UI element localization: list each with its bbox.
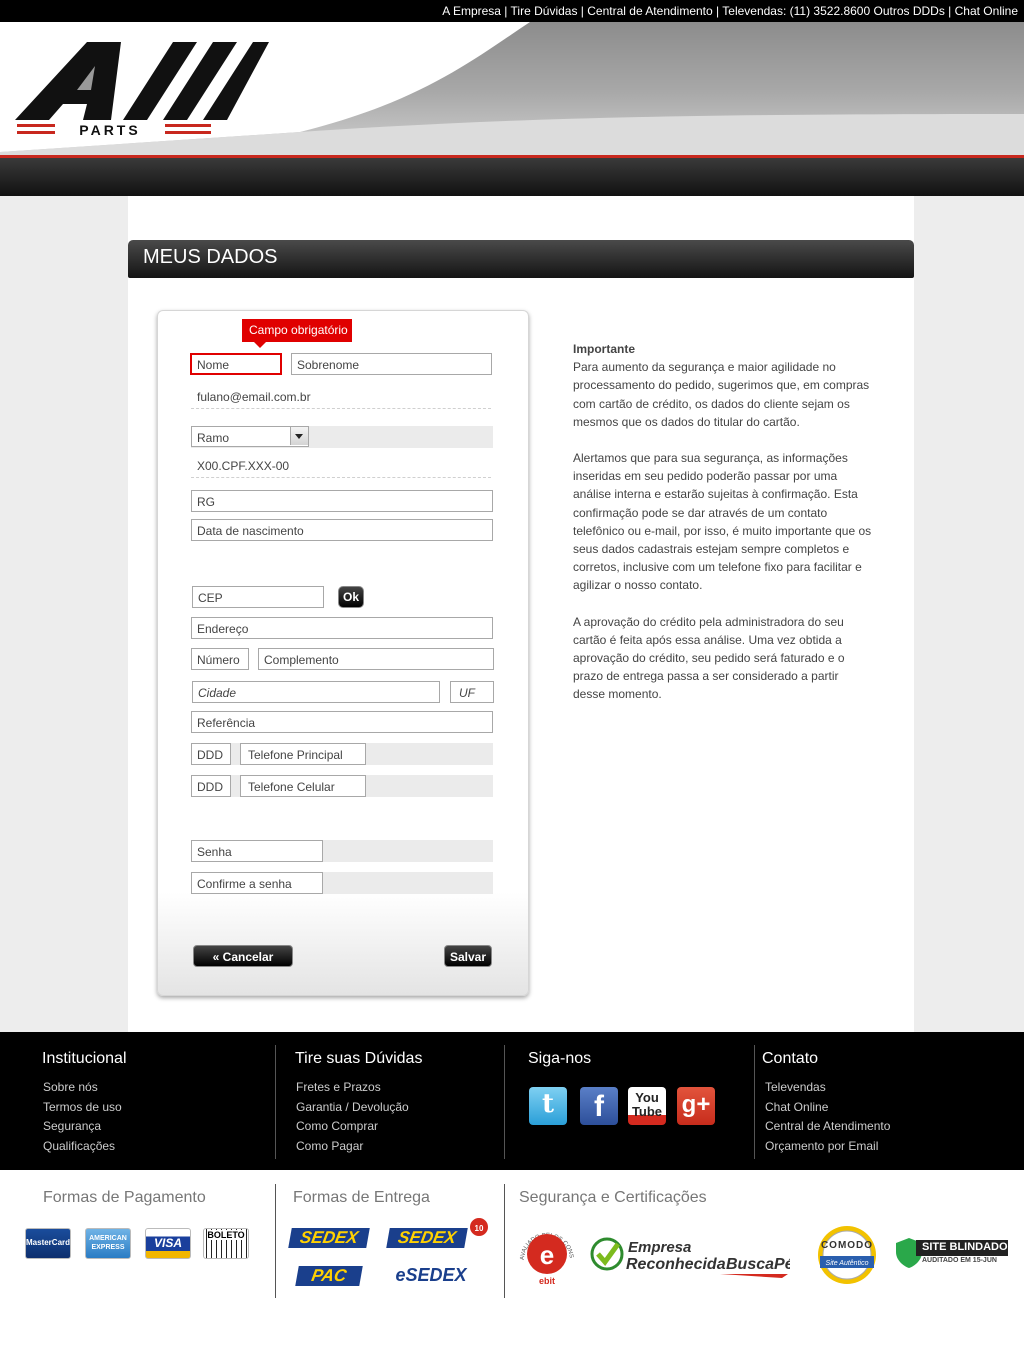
footer-divider [275,1045,276,1159]
mastercard-icon: MasterCard [25,1228,71,1259]
twitter-icon[interactable]: t [529,1087,567,1125]
pac-icon: PAC [295,1266,363,1286]
footer-link-seguranca[interactable]: Segurança [42,1117,127,1137]
entrega-title: Formas de Entrega [293,1189,430,1206]
nome-input[interactable]: Nome [190,353,282,375]
info-panel: Importante Para aumento da segurança e m… [573,340,873,722]
link-empresa[interactable]: A Empresa [442,4,501,18]
header-nav-bar [0,158,1024,196]
buscape-seal: Empresa Reconhecida BuscaPé [590,1237,790,1278]
buscape-name: BuscaPé [726,1256,790,1273]
footer-duvidas: Tire suas Dúvidas Fretes e Prazos Garant… [295,1050,422,1156]
footer-siga-title: Siga-nos [528,1050,592,1067]
ebit-name: ebit [539,1276,555,1286]
complemento-input[interactable]: Complemento [258,648,494,670]
sedex10-badge: 10 [468,1216,490,1238]
link-central-atendimento[interactable]: Central de Atendimento [587,4,712,18]
footer-link-central[interactable]: Central de Atendimento [762,1117,890,1137]
footer-divider [504,1045,505,1159]
comodo-seal: COMODO Site Autêntico [818,1226,876,1284]
footer-link-como-pagar[interactable]: Como Pagar [295,1137,422,1157]
boleto-label: BOLETO [207,1230,245,1240]
save-button[interactable]: Salvar [444,945,492,967]
ebit-logo: e [540,1240,554,1270]
uf-input[interactable]: UF [450,681,494,703]
required-field-tooltip: Campo obrigatório [242,319,352,348]
link-chat-online[interactable]: Chat Online [955,4,1018,18]
footer-link-televendas[interactable]: Televendas [762,1078,890,1098]
youtube-icon[interactable]: You Tube [628,1087,666,1125]
comodo-logo: COMODO [821,1240,873,1251]
google-plus-icon[interactable]: g+ [677,1087,715,1125]
cpf-field: X00.CPF.XXX-00 [191,456,491,478]
cidade-input[interactable]: Cidade [192,681,440,703]
link-tire-duvidas[interactable]: Tire Dúvidas [511,4,578,18]
boleto-icon: BOLETO [203,1228,249,1259]
footer-link-sobre[interactable]: Sobre nós [42,1078,127,1098]
footer-divider [504,1184,505,1298]
footer-duvidas-title: Tire suas Dúvidas [295,1050,423,1067]
telefone-celular-input[interactable]: Telefone Celular [240,775,366,797]
buscape-empresa: Empresa [628,1239,691,1256]
sobrenome-input[interactable]: Sobrenome [291,353,492,375]
facebook-icon[interactable]: f [580,1087,618,1125]
footer-link-orcamento[interactable]: Orçamento por Email [762,1137,890,1157]
seguranca-title: Segurança e Certificações [519,1189,707,1206]
cep-ok-button[interactable]: Ok [338,586,364,608]
email-field: fulano@email.com.br [191,387,491,409]
footer-links: Institucional Sobre nós Termos de uso Se… [0,1032,1024,1170]
cep-input[interactable]: CEP [192,586,324,608]
info-paragraph-1: Para aumento da segurança e maior agilid… [573,360,870,429]
sedex-icon: SEDEX [288,1228,370,1248]
footer-divider [275,1184,276,1298]
numero-input[interactable]: Número [191,648,249,670]
footer-link-fretes[interactable]: Fretes e Prazos [295,1078,422,1098]
buscape-reconhecida: Reconhecida [626,1256,726,1273]
amex-icon: AMERICAN EXPRESS [85,1228,131,1259]
footer-divider [754,1045,755,1159]
top-bar: A Empresa | Tire Dúvidas | Central de At… [0,0,1024,22]
telefone-principal-input[interactable]: Telefone Principal [240,743,366,765]
top-links: A Empresa | Tire Dúvidas | Central de At… [442,4,1018,18]
rg-input[interactable]: RG [191,490,493,512]
info-title: Importante [573,342,636,356]
ddd-celular-input[interactable]: DDD [191,775,231,797]
footer-contato-title: Contato [762,1050,819,1067]
footer-link-qualificacoes[interactable]: Qualificações [42,1137,127,1157]
info-paragraph-2: Alertamos que para sua segurança, as inf… [573,451,872,593]
page-title: MEUS DADOS [128,240,914,278]
footer-contato: Contato Televendas Chat Online Central d… [762,1050,890,1156]
senha-input[interactable]: Senha [191,840,323,862]
cancel-button[interactable]: « Cancelar [193,945,293,967]
confirme-senha-input[interactable]: Confirme a senha [191,872,323,894]
footer-siga: Siga-nos [528,1050,591,1078]
referencia-input[interactable]: Referência [191,711,493,733]
chevron-down-icon[interactable] [290,427,308,445]
site-header: PARTS [0,22,1024,196]
link-televendas[interactable]: Televendas: (11) 3522.8600 Outros DDDs [722,4,945,18]
pagamento-title: Formas de Pagamento [43,1189,206,1206]
footer-link-garantia[interactable]: Garantia / Devolução [295,1098,422,1118]
footer-institucional-title: Institucional [42,1050,127,1067]
logo-text: PARTS [79,122,140,138]
footer-certifications: Formas de Pagamento MasterCard AMERICAN … [0,1170,1024,1367]
site-blindado-label: SITE BLINDADO [916,1240,1008,1256]
site-blindado-date: AUDITADO EM 15-JUN [922,1257,997,1264]
footer-institucional: Institucional Sobre nós Termos de uso Se… [42,1050,127,1156]
nascimento-input[interactable]: Data de nascimento [191,519,493,541]
visa-icon: VISA [145,1228,191,1259]
esedex-icon: eSEDEX [395,1265,467,1285]
footer-link-como-comprar[interactable]: Como Comprar [295,1117,422,1137]
info-paragraph-3: A aprovação do crédito pela administrado… [573,614,845,702]
comodo-subtitle: Site Autêntico [826,1260,869,1267]
ebit-seal: AVALIADO PELOS CONSUMIDORES e ebit [516,1220,574,1286]
endereco-input[interactable]: Endereço [191,617,493,639]
site-blindado-seal: SITE BLINDADO AUDITADO EM 15-JUN [896,1238,1008,1268]
sedex10-icon: SEDEX [386,1228,468,1248]
ddd-input[interactable]: DDD [191,743,231,765]
allparts-logo[interactable]: PARTS [15,38,275,138]
footer-link-chat[interactable]: Chat Online [762,1098,890,1118]
footer-link-termos[interactable]: Termos de uso [42,1098,127,1118]
